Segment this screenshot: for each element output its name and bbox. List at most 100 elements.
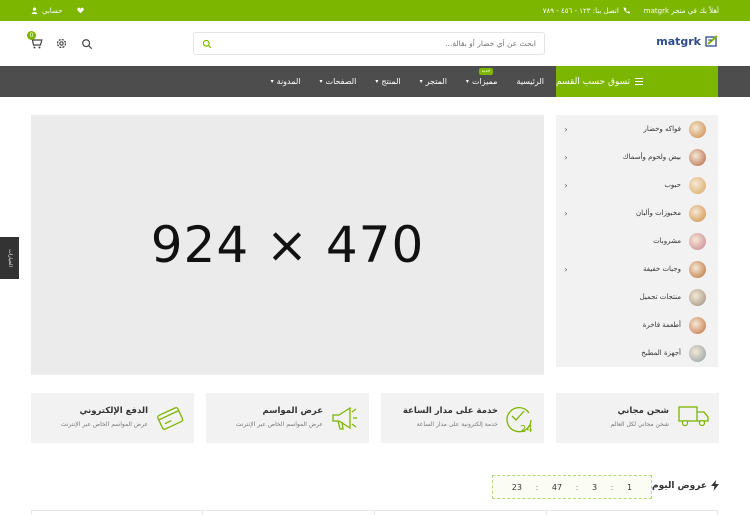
- chevron-left-icon: ‹: [564, 152, 568, 162]
- category-item[interactable]: فواكه وخضار ‹: [556, 115, 718, 143]
- hero-banner[interactable]: 924 × 470: [31, 115, 544, 375]
- nav-item[interactable]: الرئيسية: [516, 77, 544, 86]
- card-edge: [374, 511, 375, 515]
- card-edge: [717, 511, 718, 515]
- feature-subtitle: شحن مجاني لكل العالم: [610, 421, 670, 428]
- wishlist-link[interactable]: [76, 7, 84, 14]
- credit-card-icon: [157, 407, 184, 430]
- category-thumbnail: [689, 120, 706, 138]
- card-edge: [31, 511, 32, 515]
- category-thumbnail: [689, 288, 706, 306]
- timer-separator: :: [610, 482, 614, 492]
- category-item[interactable]: أجهزة المطبخ: [556, 339, 718, 367]
- user-icon: [31, 7, 38, 14]
- nav-item-label: مميزات: [471, 77, 498, 86]
- contact-label: اتصل بنا: ١٢٣ - ٤٥٦ - ٧٨٩: [542, 6, 619, 15]
- feature-subtitle: عرض المواسم الخاص عبر الإنترنت: [60, 421, 148, 428]
- account-link[interactable]: حسابي: [31, 7, 63, 15]
- category-thumbnail: [689, 316, 706, 334]
- top-bar: حسابي أهلاً بك في متجر matgrk اتصل بنا: …: [0, 0, 750, 21]
- nav-item[interactable]: المدونة ▾: [271, 77, 301, 86]
- menu-icon: [635, 78, 644, 85]
- category-label: أطعمة فاخرة: [642, 321, 681, 329]
- feature-title: عرض المواسم: [262, 406, 323, 416]
- category-thumbnail: [689, 232, 706, 250]
- chevron-left-icon: ‹: [564, 180, 568, 190]
- welcome-text: أهلاً بك في متجر matgrk: [643, 6, 719, 15]
- nav-menu: الرئيسية مميزات ▾ جديد المتجر ▾ المنتج ▾ الصفحات…: [271, 66, 544, 97]
- search-icon[interactable]: [202, 39, 212, 49]
- banner-placeholder-text: 924 × 470: [150, 216, 425, 274]
- category-item[interactable]: منتجات تجميل: [556, 283, 718, 311]
- category-item[interactable]: وجبات خفيفة ‹: [556, 255, 718, 283]
- nav-item-label: الرئيسية: [516, 77, 544, 86]
- category-label: فواكه وخضار: [643, 125, 681, 133]
- chevron-down-icon: ▾: [270, 78, 274, 85]
- truck-icon: [678, 406, 709, 427]
- chevron-left-icon: ‹: [564, 264, 568, 274]
- category-label: بيض ولحوم وأسماك: [622, 153, 681, 161]
- category-label: مخبوزات وألبان: [636, 209, 681, 217]
- gear-icon: [56, 38, 67, 49]
- clock-24-icon: 24: [506, 407, 533, 435]
- new-badge: جديد: [478, 68, 494, 75]
- feature-subtitle: خدمة إلكترونية على مدار الساعة: [416, 421, 498, 428]
- svg-text:24: 24: [520, 424, 533, 435]
- card-edge: [546, 511, 547, 515]
- nav-item-label: الصفحات: [325, 77, 357, 86]
- category-item[interactable]: بيض ولحوم وأسماك ‹: [556, 143, 718, 171]
- search-button[interactable]: [81, 35, 95, 50]
- feature-24h-service: 24 خدمة على مدار الساعة خدمة إلكترونية ع…: [381, 393, 544, 443]
- options-side-tab[interactable]: الخيارات: [0, 237, 19, 279]
- lightning-icon: [711, 480, 719, 491]
- nav-item-label: المدونة: [276, 77, 301, 86]
- category-item[interactable]: مشروبات: [556, 227, 718, 255]
- feature-online-payment: الدفع الإلكتروني عرض المواسم الخاص عبر ا…: [31, 393, 194, 443]
- category-label: مشروبات: [653, 237, 681, 245]
- shop-by-category-button[interactable]: تسوق حسب القسم: [556, 66, 718, 97]
- feature-title: خدمة على مدار الساعة: [402, 406, 498, 416]
- timer-value: 1: [627, 482, 633, 492]
- timer-separator: :: [575, 482, 579, 492]
- nav-item[interactable]: مميزات ▾ جديد: [465, 68, 498, 86]
- logo[interactable]: matgrk: [656, 35, 719, 48]
- timer-separator: :: [535, 482, 539, 492]
- search-bar: [193, 32, 545, 55]
- phone-icon: [623, 7, 630, 14]
- search-icon: [82, 39, 93, 50]
- settings-button[interactable]: [55, 35, 69, 49]
- timer-value: 3: [592, 482, 598, 492]
- cart-count-badge: 0: [27, 31, 36, 40]
- chevron-down-icon: ▾: [465, 78, 469, 85]
- chevron-down-icon: ▾: [319, 78, 323, 85]
- card-edge: [202, 511, 203, 515]
- heart-icon: [76, 7, 84, 14]
- logo-icon: [705, 35, 718, 47]
- nav-item[interactable]: المنتج ▾: [375, 77, 400, 86]
- nav-item-label: المنتج: [381, 77, 401, 86]
- chevron-down-icon: ▾: [419, 78, 423, 85]
- feature-free-shipping: شحن مجاني شحن مجاني لكل العالم: [556, 393, 719, 443]
- category-item[interactable]: مخبوزات وألبان ‹: [556, 199, 718, 227]
- category-label: حبوب: [664, 181, 681, 189]
- timer-value: 47: [551, 482, 563, 492]
- category-label: أجهزة المطبخ: [641, 349, 681, 357]
- category-label: منتجات تجميل: [639, 293, 681, 301]
- cart-button[interactable]: 0: [27, 31, 43, 49]
- category-list: فواكه وخضار ‹ بيض ولحوم وأسماك ‹ حبوب ‹ مخبوزا…: [556, 115, 718, 367]
- contact-info[interactable]: اتصل بنا: ١٢٣ - ٤٥٦ - ٧٨٩: [543, 7, 630, 15]
- category-thumbnail: [689, 176, 706, 194]
- nav-item[interactable]: الصفحات ▾: [320, 77, 357, 86]
- nav-item-label: المتجر: [425, 77, 447, 86]
- category-item[interactable]: أطعمة فاخرة: [556, 311, 718, 339]
- top-bar-right: أهلاً بك في متجر matgrk اتصل بنا: ١٢٣ - …: [543, 0, 719, 21]
- category-item[interactable]: حبوب ‹: [556, 171, 718, 199]
- nav-item[interactable]: المتجر ▾: [420, 77, 447, 86]
- megaphone-icon: [332, 406, 357, 430]
- category-thumbnail: [689, 204, 706, 222]
- category-thumbnail: [689, 260, 706, 278]
- header: 0 matgrk: [0, 21, 750, 66]
- search-input[interactable]: [218, 33, 536, 54]
- category-thumbnail: [689, 148, 706, 166]
- category-label: وجبات خفيفة: [642, 265, 681, 273]
